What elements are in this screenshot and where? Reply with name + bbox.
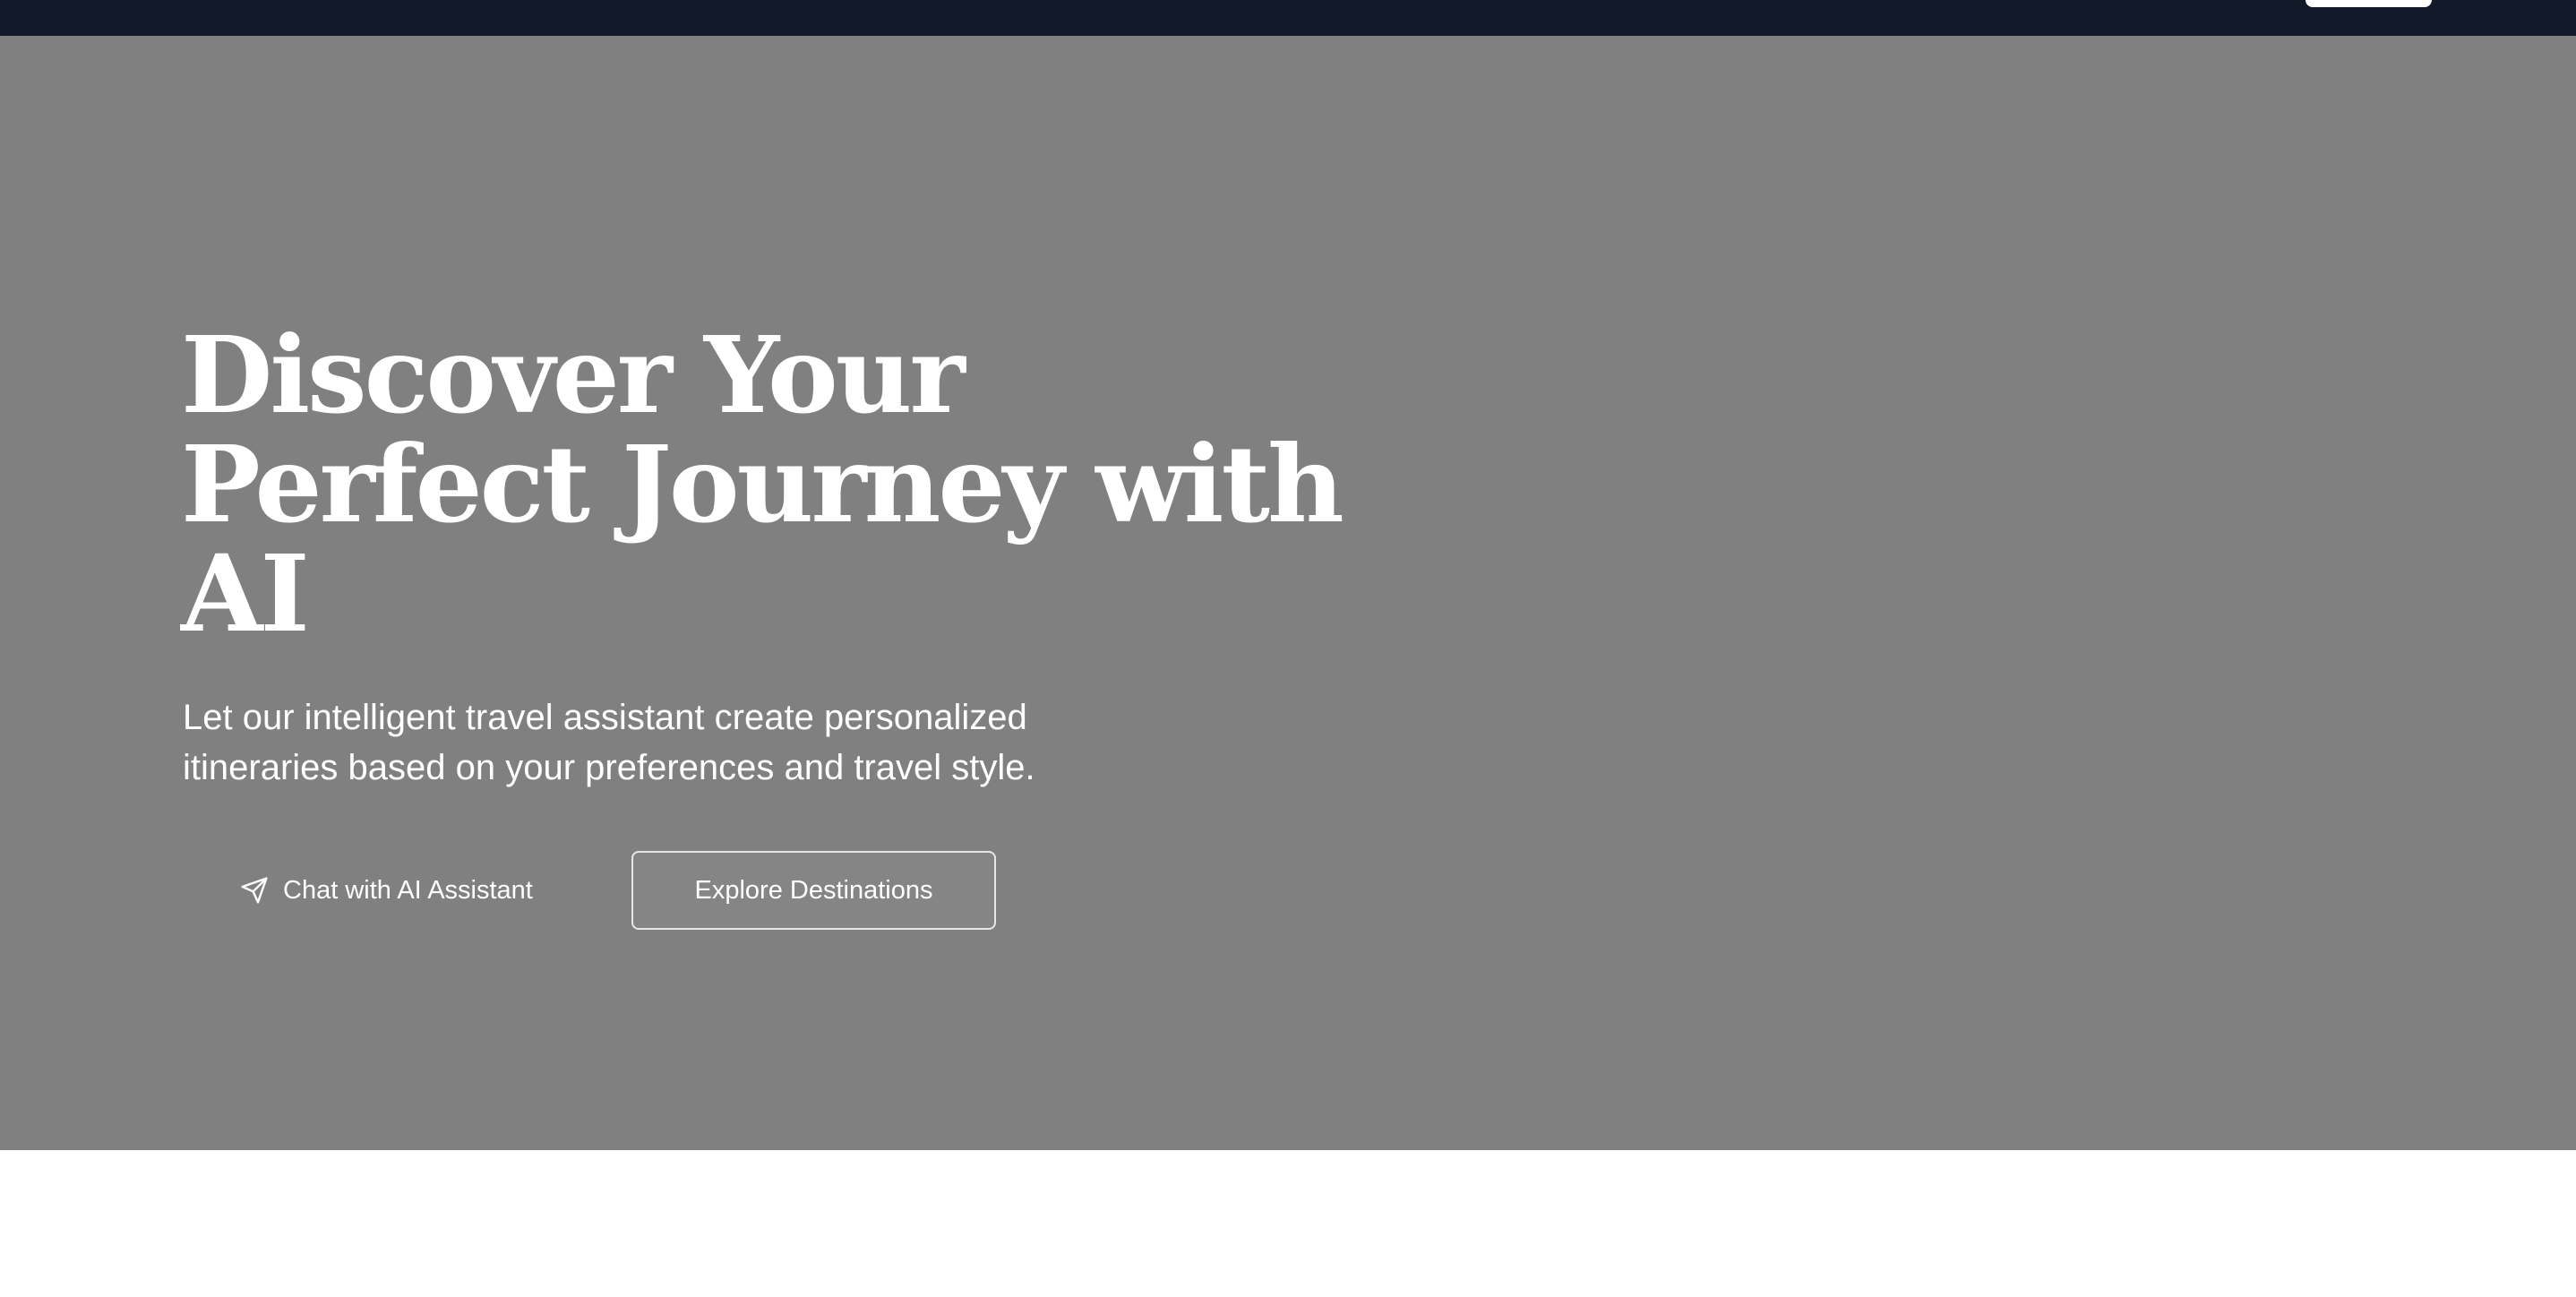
send-icon bbox=[240, 876, 269, 905]
explore-destinations-label: Explore Destinations bbox=[694, 875, 933, 905]
chat-with-ai-button[interactable]: Chat with AI Assistant bbox=[215, 851, 558, 930]
explore-destinations-button[interactable]: Explore Destinations bbox=[631, 851, 996, 930]
hero-title-line: AI bbox=[181, 531, 310, 656]
hero-section: Discover Your Perfect Journey with AI Le… bbox=[0, 36, 2576, 1150]
hero-subtitle-line: Let our intelligent travel assistant cre… bbox=[183, 698, 1027, 737]
nav-action-button[interactable] bbox=[2306, 0, 2432, 7]
hero-title-line: Perfect Journey with bbox=[181, 422, 1344, 546]
content-section bbox=[0, 1150, 2576, 1297]
hero-title-line: Discover Your bbox=[181, 313, 966, 437]
hero-title: Discover Your Perfect Journey with AI bbox=[181, 313, 1344, 656]
hero-subtitle-line: itineraries based on your preferences an… bbox=[183, 748, 1035, 787]
hero-subtitle: Let our intelligent travel assistant cre… bbox=[183, 692, 1258, 793]
chat-with-ai-label: Chat with AI Assistant bbox=[283, 875, 533, 905]
top-navigation-bar bbox=[0, 0, 2576, 36]
